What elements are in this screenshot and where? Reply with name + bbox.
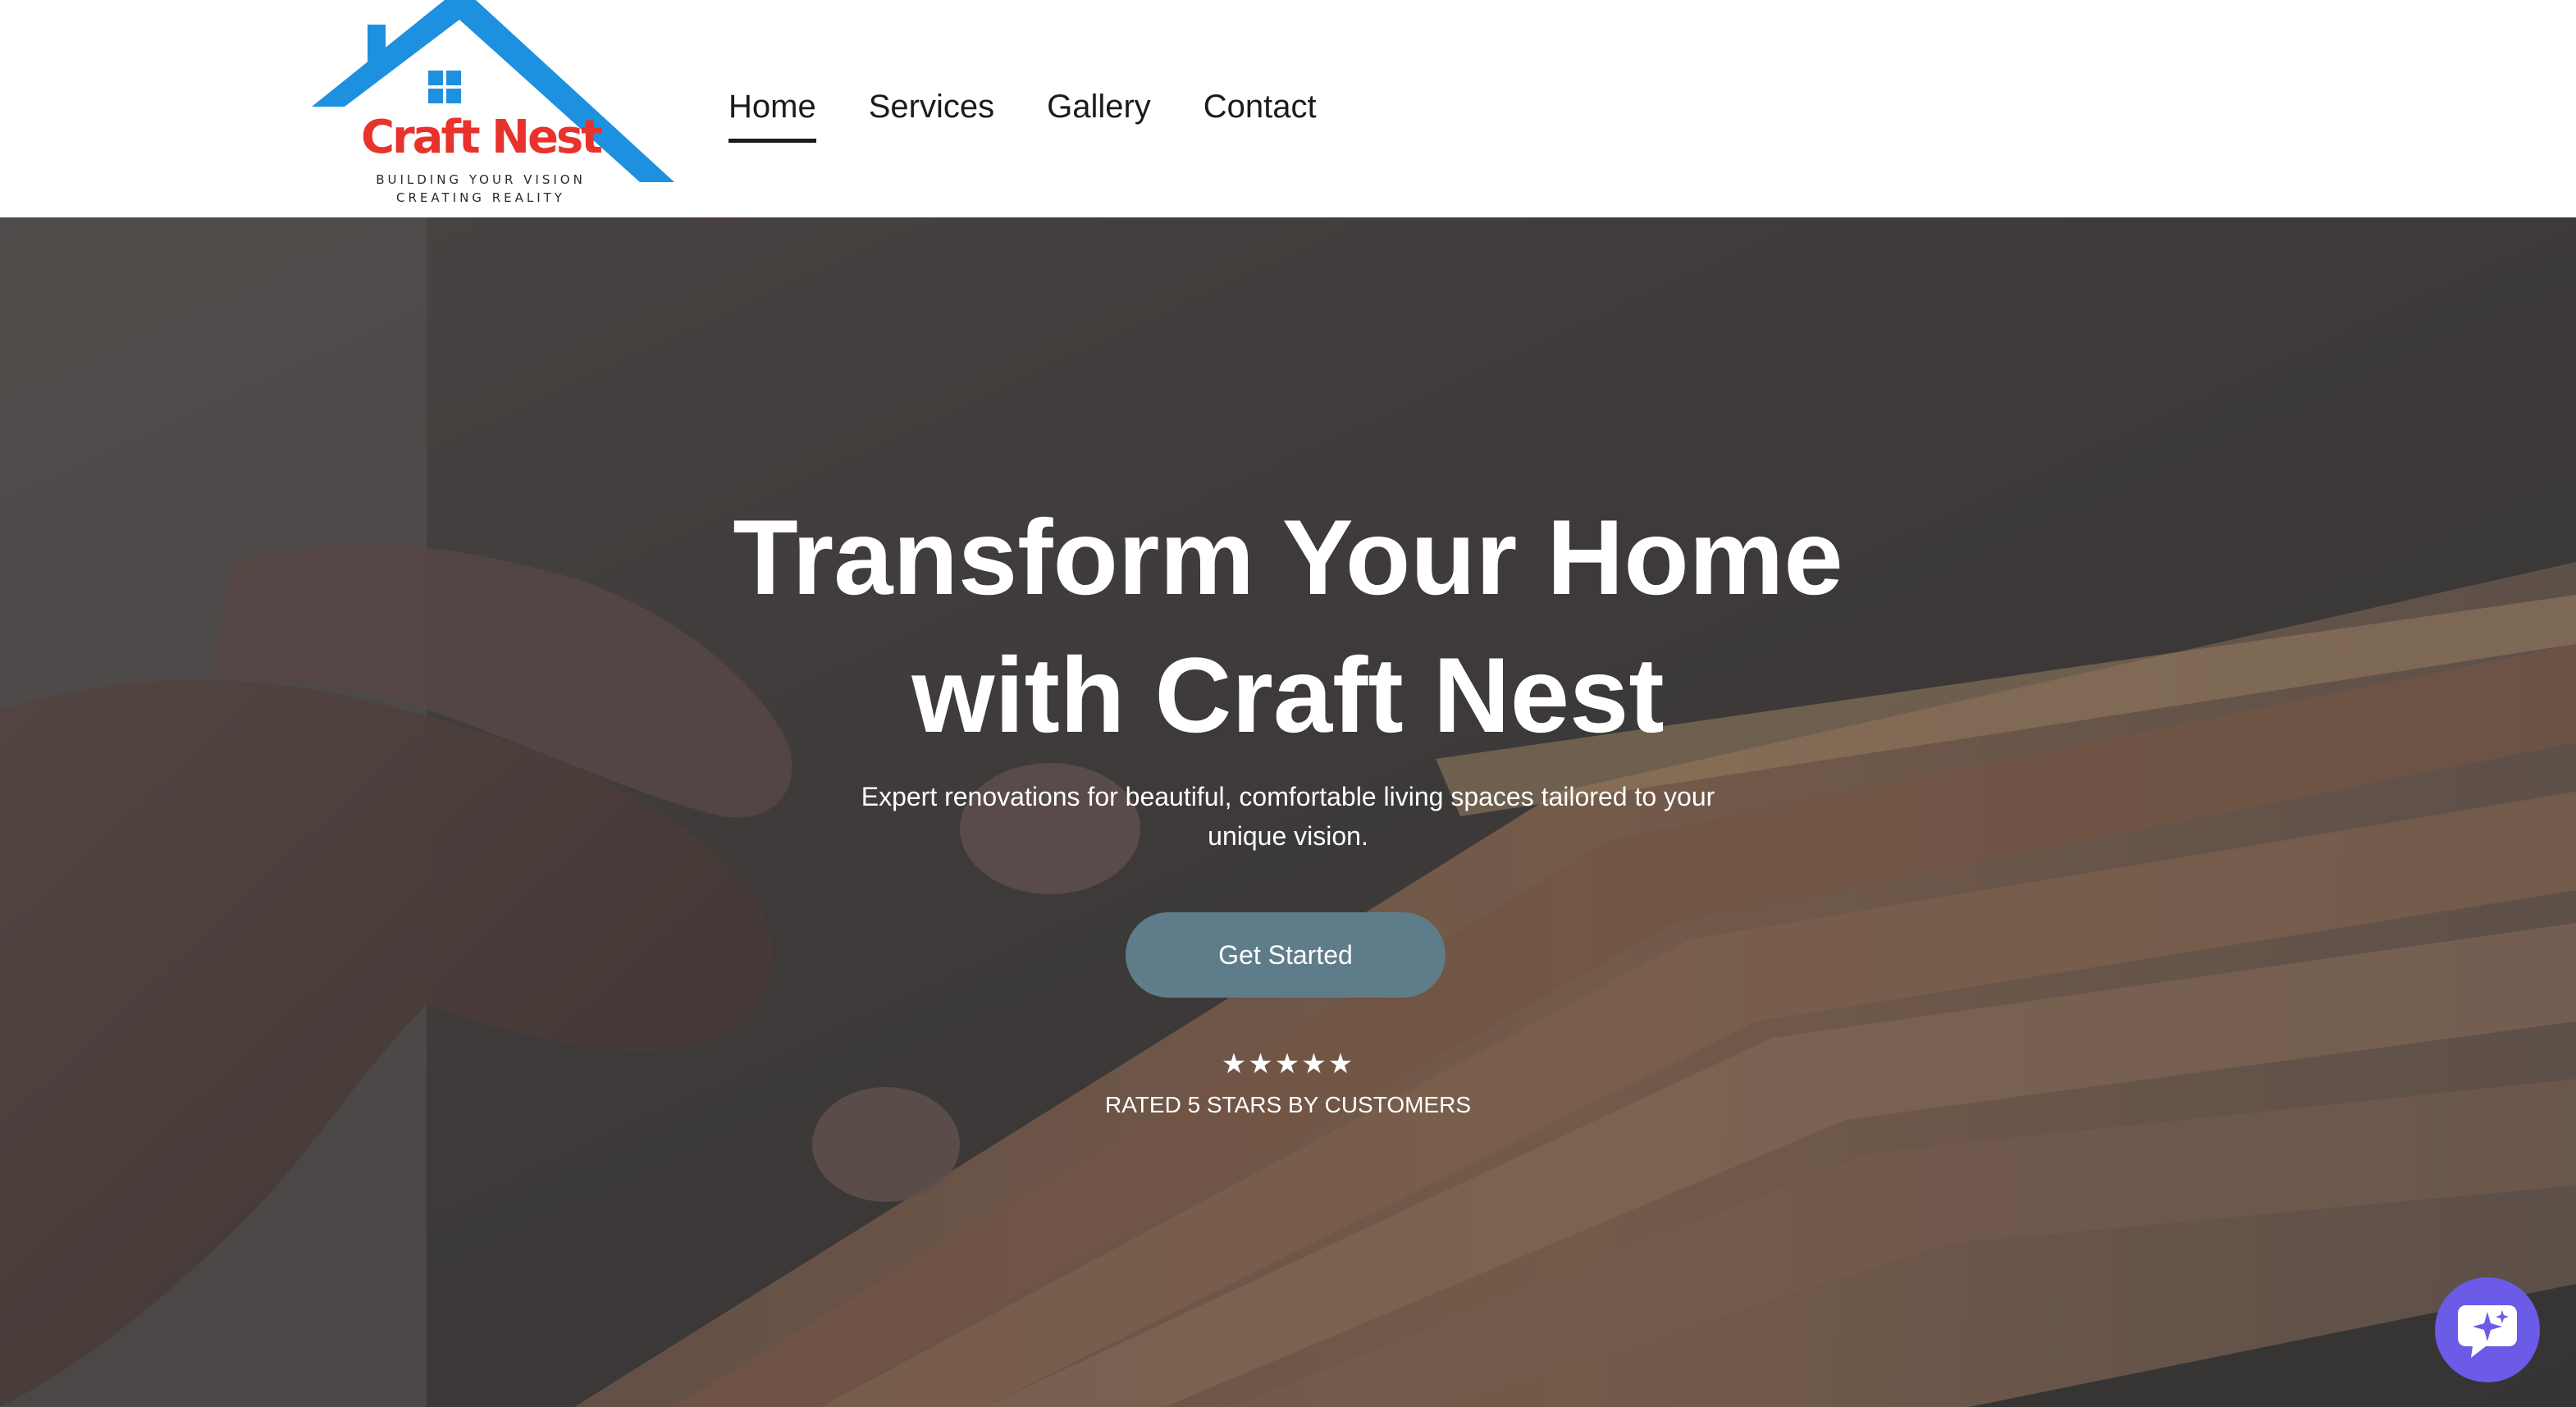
logo-tagline-line2: CREATING REALITY	[396, 190, 565, 205]
hero-title-line1: Transform Your Home	[733, 497, 1843, 617]
nav-item-contact[interactable]: Contact	[1204, 82, 1317, 139]
get-started-button[interactable]: Get Started	[1126, 912, 1446, 998]
rating-stars: ★★★★★	[1221, 1048, 1355, 1080]
nav-item-services[interactable]: Services	[869, 82, 994, 139]
nav-item-home[interactable]: Home	[728, 82, 816, 143]
hero-title-line2: with Craft Nest	[911, 635, 1665, 755]
logo-wordmark: Craft Nest	[360, 111, 603, 164]
hero-title: Transform Your Home with Craft Nest	[673, 488, 1903, 764]
chat-sparkle-icon	[2458, 1305, 2517, 1358]
rating-text: RATED 5 STARS BY CUSTOMERS	[1104, 1092, 1472, 1117]
site-header: Craft Nest BUILDING YOUR VISION CREATING…	[0, 0, 2576, 217]
hero-subtitle: Expert renovations for beautiful, comfor…	[861, 782, 1715, 851]
hero-section: Transform Your Home with Craft Nest Expe…	[0, 217, 2576, 1407]
chat-widget-button[interactable]	[2435, 1277, 2540, 1382]
logo-tagline-line1: BUILDING YOUR VISION	[376, 172, 586, 187]
nav-item-gallery[interactable]: Gallery	[1047, 82, 1151, 139]
site-logo[interactable]: Craft Nest BUILDING YOUR VISION CREATING…	[312, 0, 681, 210]
main-nav: Home Services Gallery Contact	[728, 82, 1317, 143]
